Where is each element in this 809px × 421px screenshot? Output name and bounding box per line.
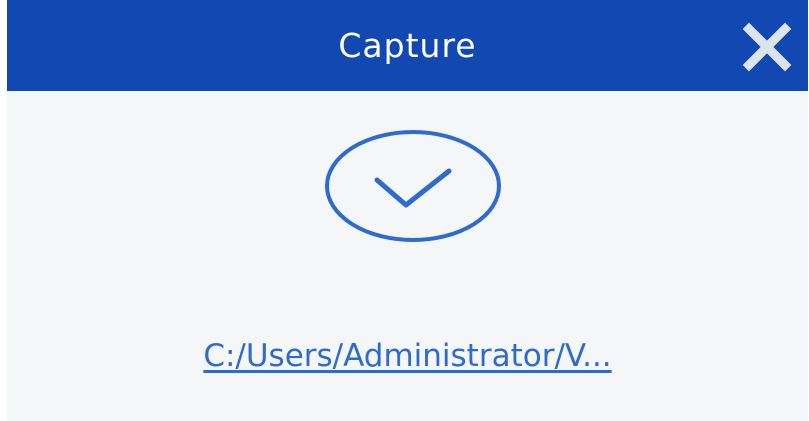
close-button[interactable] xyxy=(742,22,792,72)
saved-file-path-link[interactable]: C:/Users/Administrator/V... xyxy=(7,338,808,386)
close-icon xyxy=(742,22,792,72)
title-bar: Capture xyxy=(7,0,808,91)
dialog-title: Capture xyxy=(338,26,477,65)
check-circle-icon xyxy=(325,130,501,242)
success-indicator xyxy=(321,128,505,248)
capture-dialog: Capture C:/Users/Administrator/V... xyxy=(7,0,808,421)
